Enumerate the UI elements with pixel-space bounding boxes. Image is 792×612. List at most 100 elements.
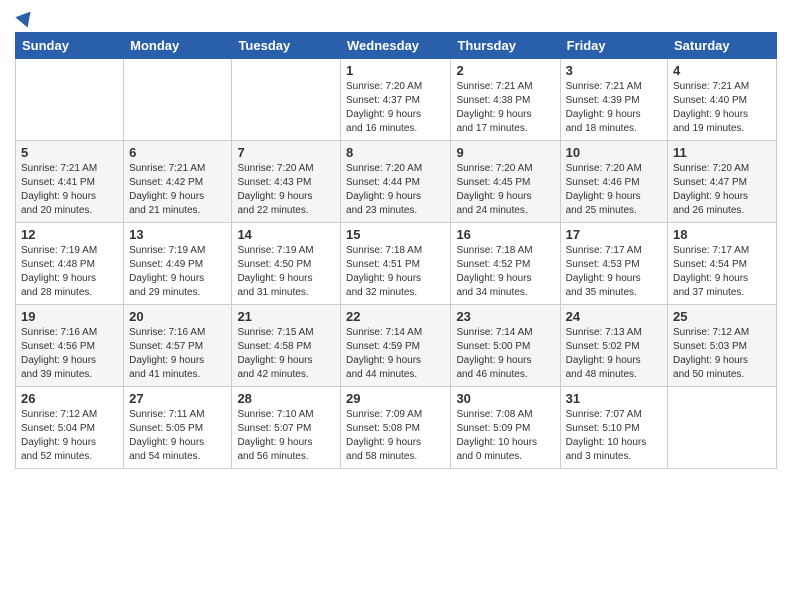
day-number: 15 <box>346 227 445 242</box>
day-info: Sunrise: 7:13 AM Sunset: 5:02 PM Dayligh… <box>566 326 662 382</box>
day-info: Sunrise: 7:20 AM Sunset: 4:46 PM Dayligh… <box>566 162 662 218</box>
calendar-cell: 4 Sunrise: 7:21 AM Sunset: 4:40 PM Daylig… <box>668 59 777 141</box>
calendar-cell: 22Sunrise: 7:14 AM Sunset: 4:59 PM Dayli… <box>341 305 451 387</box>
week-row: 19Sunrise: 7:16 AM Sunset: 4:56 PM Dayli… <box>16 305 777 387</box>
day-info: Sunrise: 7:16 AM Sunset: 4:56 PM Dayligh… <box>21 326 118 382</box>
calendar-cell: 12 Sunrise: 7:19 AM Sunset: 4:48 PM Dayli… <box>16 223 124 305</box>
calendar-cell: 23 Sunrise: 7:14 AM Sunset: 5:00 PM Dayli… <box>451 305 560 387</box>
day-info: Sunrise: 7:14 AM Sunset: 4:59 PM Dayligh… <box>346 326 445 382</box>
day-number: 30 <box>456 391 554 406</box>
day-info: Sunrise: 7:21 AM Sunset: 4:41 PM Dayligh… <box>21 162 118 218</box>
day-of-week-header: Sunday <box>16 33 124 59</box>
day-info: Sunrise: 7:19 AM Sunset: 4:50 PM Dayligh… <box>237 244 335 300</box>
calendar-cell: 14 Sunrise: 7:19 AM Sunset: 4:50 PM Dayli… <box>232 223 341 305</box>
calendar-cell <box>124 59 232 141</box>
calendar-cell: 1Sunrise: 7:20 AM Sunset: 4:37 PM Daylig… <box>341 59 451 141</box>
calendar-cell: 3Sunrise: 7:21 AM Sunset: 4:39 PM Daylig… <box>560 59 667 141</box>
day-info: Sunrise: 7:12 AM Sunset: 5:03 PM Dayligh… <box>673 326 771 382</box>
day-info: Sunrise: 7:19 AM Sunset: 4:48 PM Dayligh… <box>21 244 118 300</box>
logo <box>15 10 34 24</box>
day-number: 21 <box>237 309 335 324</box>
day-number: 27 <box>129 391 226 406</box>
day-number: 23 <box>456 309 554 324</box>
day-info: Sunrise: 7:14 AM Sunset: 5:00 PM Dayligh… <box>456 326 554 382</box>
calendar-cell: 30Sunrise: 7:08 AM Sunset: 5:09 PM Dayli… <box>451 387 560 469</box>
calendar-cell <box>668 387 777 469</box>
day-info: Sunrise: 7:11 AM Sunset: 5:05 PM Dayligh… <box>129 408 226 464</box>
calendar-cell: 11 Sunrise: 7:20 AM Sunset: 4:47 PM Dayli… <box>668 141 777 223</box>
day-number: 18 <box>673 227 771 242</box>
day-of-week-row: SundayMondayTuesdayWednesdayThursdayFrid… <box>16 33 777 59</box>
day-info: Sunrise: 7:20 AM Sunset: 4:37 PM Dayligh… <box>346 80 445 136</box>
day-number: 14 <box>237 227 335 242</box>
calendar-cell: 25 Sunrise: 7:12 AM Sunset: 5:03 PM Dayli… <box>668 305 777 387</box>
week-row: 12 Sunrise: 7:19 AM Sunset: 4:48 PM Dayli… <box>16 223 777 305</box>
week-row: 5Sunrise: 7:21 AM Sunset: 4:41 PM Daylig… <box>16 141 777 223</box>
calendar-cell: 16Sunrise: 7:18 AM Sunset: 4:52 PM Dayli… <box>451 223 560 305</box>
day-of-week-header: Tuesday <box>232 33 341 59</box>
day-info: Sunrise: 7:20 AM Sunset: 4:43 PM Dayligh… <box>237 162 335 218</box>
calendar-cell: 7 Sunrise: 7:20 AM Sunset: 4:43 PM Daylig… <box>232 141 341 223</box>
calendar-cell: 29Sunrise: 7:09 AM Sunset: 5:08 PM Dayli… <box>341 387 451 469</box>
calendar-cell: 20 Sunrise: 7:16 AM Sunset: 4:57 PM Dayli… <box>124 305 232 387</box>
day-info: Sunrise: 7:17 AM Sunset: 4:53 PM Dayligh… <box>566 244 662 300</box>
day-number: 10 <box>566 145 662 160</box>
day-number: 7 <box>237 145 335 160</box>
day-of-week-header: Thursday <box>451 33 560 59</box>
calendar-cell: 21 Sunrise: 7:15 AM Sunset: 4:58 PM Dayli… <box>232 305 341 387</box>
day-number: 13 <box>129 227 226 242</box>
week-row: 1Sunrise: 7:20 AM Sunset: 4:37 PM Daylig… <box>16 59 777 141</box>
calendar: SundayMondayTuesdayWednesdayThursdayFrid… <box>15 32 777 469</box>
calendar-cell: 2 Sunrise: 7:21 AM Sunset: 4:38 PM Daylig… <box>451 59 560 141</box>
day-info: Sunrise: 7:21 AM Sunset: 4:40 PM Dayligh… <box>673 80 771 136</box>
day-info: Sunrise: 7:20 AM Sunset: 4:44 PM Dayligh… <box>346 162 445 218</box>
day-number: 24 <box>566 309 662 324</box>
day-info: Sunrise: 7:20 AM Sunset: 4:47 PM Dayligh… <box>673 162 771 218</box>
day-info: Sunrise: 7:17 AM Sunset: 4:54 PM Dayligh… <box>673 244 771 300</box>
day-info: Sunrise: 7:21 AM Sunset: 4:39 PM Dayligh… <box>566 80 662 136</box>
day-number: 6 <box>129 145 226 160</box>
calendar-cell <box>232 59 341 141</box>
day-info: Sunrise: 7:19 AM Sunset: 4:49 PM Dayligh… <box>129 244 226 300</box>
calendar-cell: 19Sunrise: 7:16 AM Sunset: 4:56 PM Dayli… <box>16 305 124 387</box>
day-info: Sunrise: 7:21 AM Sunset: 4:42 PM Dayligh… <box>129 162 226 218</box>
calendar-body: 1Sunrise: 7:20 AM Sunset: 4:37 PM Daylig… <box>16 59 777 469</box>
calendar-cell: 26 Sunrise: 7:12 AM Sunset: 5:04 PM Dayli… <box>16 387 124 469</box>
day-info: Sunrise: 7:12 AM Sunset: 5:04 PM Dayligh… <box>21 408 118 464</box>
logo-triangle-icon <box>15 6 36 27</box>
day-number: 28 <box>237 391 335 406</box>
calendar-cell: 17 Sunrise: 7:17 AM Sunset: 4:53 PM Dayli… <box>560 223 667 305</box>
day-number: 12 <box>21 227 118 242</box>
calendar-cell: 6 Sunrise: 7:21 AM Sunset: 4:42 PM Daylig… <box>124 141 232 223</box>
day-number: 25 <box>673 309 771 324</box>
day-number: 26 <box>21 391 118 406</box>
header <box>15 10 777 24</box>
day-number: 31 <box>566 391 662 406</box>
day-number: 8 <box>346 145 445 160</box>
day-number: 4 <box>673 63 771 78</box>
day-info: Sunrise: 7:21 AM Sunset: 4:38 PM Dayligh… <box>456 80 554 136</box>
week-row: 26 Sunrise: 7:12 AM Sunset: 5:04 PM Dayli… <box>16 387 777 469</box>
calendar-cell: 8 Sunrise: 7:20 AM Sunset: 4:44 PM Daylig… <box>341 141 451 223</box>
day-number: 17 <box>566 227 662 242</box>
day-of-week-header: Saturday <box>668 33 777 59</box>
calendar-cell: 28Sunrise: 7:10 AM Sunset: 5:07 PM Dayli… <box>232 387 341 469</box>
calendar-cell: 15Sunrise: 7:18 AM Sunset: 4:51 PM Dayli… <box>341 223 451 305</box>
day-number: 2 <box>456 63 554 78</box>
calendar-cell: 10 Sunrise: 7:20 AM Sunset: 4:46 PM Dayli… <box>560 141 667 223</box>
calendar-cell: 9Sunrise: 7:20 AM Sunset: 4:45 PM Daylig… <box>451 141 560 223</box>
day-info: Sunrise: 7:15 AM Sunset: 4:58 PM Dayligh… <box>237 326 335 382</box>
day-of-week-header: Monday <box>124 33 232 59</box>
day-info: Sunrise: 7:18 AM Sunset: 4:52 PM Dayligh… <box>456 244 554 300</box>
day-number: 9 <box>456 145 554 160</box>
calendar-cell: 24 Sunrise: 7:13 AM Sunset: 5:02 PM Dayli… <box>560 305 667 387</box>
calendar-cell: 18 Sunrise: 7:17 AM Sunset: 4:54 PM Dayli… <box>668 223 777 305</box>
day-info: Sunrise: 7:16 AM Sunset: 4:57 PM Dayligh… <box>129 326 226 382</box>
calendar-cell: 27 Sunrise: 7:11 AM Sunset: 5:05 PM Dayli… <box>124 387 232 469</box>
calendar-cell: 31Sunrise: 7:07 AM Sunset: 5:10 PM Dayli… <box>560 387 667 469</box>
day-number: 29 <box>346 391 445 406</box>
day-number: 20 <box>129 309 226 324</box>
calendar-cell: 13 Sunrise: 7:19 AM Sunset: 4:49 PM Dayli… <box>124 223 232 305</box>
day-of-week-header: Wednesday <box>341 33 451 59</box>
day-number: 11 <box>673 145 771 160</box>
